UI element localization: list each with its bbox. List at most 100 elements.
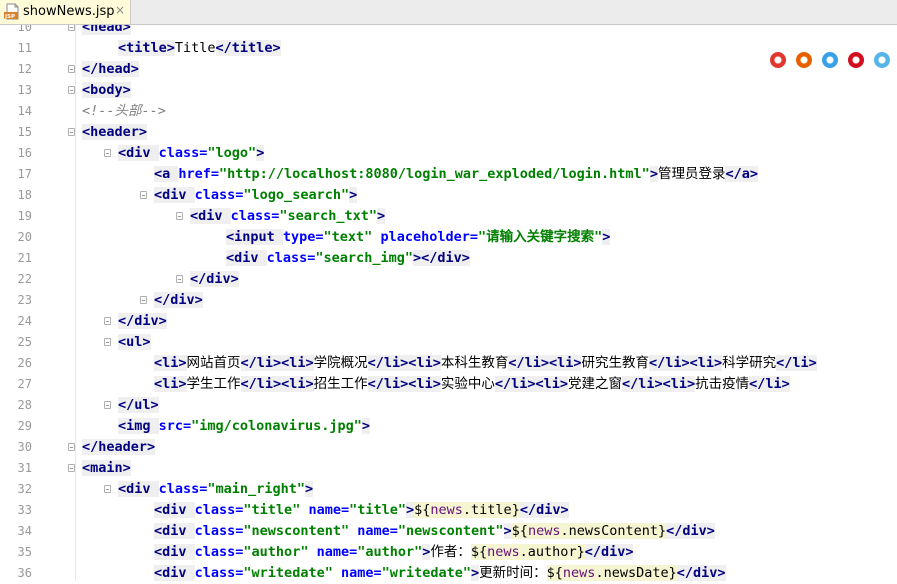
code-line[interactable]: 35 <div class="author" name="author">作者：$… (0, 542, 897, 563)
fold-marker-icon[interactable] (68, 128, 75, 136)
line-number: 29 (17, 419, 32, 433)
code-line[interactable]: 25 <ul> (0, 332, 897, 353)
code-token: class= (194, 502, 244, 518)
code-token: 管理员登录 (657, 166, 726, 182)
code-line[interactable]: 12 </head> (0, 59, 897, 80)
code-token: 网站首页 (186, 355, 241, 371)
close-icon[interactable]: × (115, 3, 125, 17)
code-text: <div class="logo"> (118, 145, 265, 162)
code-token: > (256, 145, 265, 161)
code-line[interactable]: 22 </div> (0, 269, 897, 290)
opera-icon[interactable] (848, 52, 864, 68)
code-line[interactable]: 14 <!--头部--> (0, 101, 897, 122)
code-token: > (649, 166, 658, 182)
fold-marker-icon[interactable] (104, 149, 111, 157)
code-line[interactable]: 24 </div> (0, 311, 897, 332)
code-token: 研究生教育 (581, 355, 649, 371)
code-token: </head> (82, 61, 139, 77)
code-line[interactable]: 32 <div class="main_right"> (0, 479, 897, 500)
code-line[interactable]: 26 <li>网站首页</li><li>学院概况</li><li>本科生教育</l… (0, 353, 897, 374)
code-token: "title" (243, 502, 309, 518)
chrome-icon[interactable] (770, 52, 786, 68)
line-number: 13 (17, 83, 32, 97)
firefox-icon[interactable] (796, 52, 812, 68)
code-token: <li> (154, 355, 187, 371)
tab-shownews-jsp[interactable]: JSP showNews.jsp × (0, 0, 131, 24)
code-token: .newsDate} (595, 565, 677, 581)
code-token: 作者： (430, 544, 471, 560)
code-token: "newscontent" (397, 523, 504, 539)
fold-marker-icon[interactable] (68, 86, 75, 94)
code-token: 更新时间： (479, 565, 547, 581)
line-number: 32 (17, 482, 32, 496)
code-line[interactable]: 28 </ul> (0, 395, 897, 416)
code-line[interactable]: 18 <div class="logo_search"> (0, 185, 897, 206)
line-number: 24 (17, 314, 32, 328)
code-line[interactable]: 11 <title>Title</title> (0, 38, 897, 59)
line-number: 27 (17, 377, 32, 391)
line-number: 16 (17, 146, 32, 160)
code-token: <header> (82, 124, 148, 140)
fold-marker-icon[interactable] (176, 212, 183, 220)
code-line[interactable]: 16 <div class="logo"> (0, 143, 897, 164)
code-token: > (349, 187, 358, 203)
fold-marker-icon[interactable] (104, 317, 111, 325)
code-line[interactable]: 34 <div class="newscontent" name="newscon… (0, 521, 897, 542)
code-line[interactable]: 21 <div class="search_img"></div> (0, 248, 897, 269)
code-line[interactable]: 20 <input type="text" placeholder="请输入关键字… (0, 227, 897, 248)
code-token: href= (178, 166, 220, 182)
code-token: 学生工作 (186, 376, 241, 392)
code-text: <li>学生工作</li><li>招生工作</li><li>实验中心</li><… (154, 376, 790, 393)
code-token: "logo_search" (243, 187, 350, 203)
code-token: </li><li> (621, 376, 696, 392)
editor-tab-bar: JSP showNews.jsp × (0, 0, 897, 25)
fold-marker-icon[interactable] (68, 464, 75, 472)
code-line[interactable]: 23 </div> (0, 290, 897, 311)
code-token: "main_right" (207, 481, 305, 497)
fold-marker-icon[interactable] (140, 191, 147, 199)
code-token: <main> (82, 460, 131, 476)
code-line[interactable]: 19 <div class="search_txt"> (0, 206, 897, 227)
code-token: </div> (666, 523, 715, 539)
code-token: "author" (357, 544, 423, 560)
code-line[interactable]: 33 <div class="title" name="title">${news… (0, 500, 897, 521)
line-number: 14 (17, 104, 32, 118)
code-line[interactable]: 30 </header> (0, 437, 897, 458)
code-token: > (503, 523, 512, 539)
code-line[interactable]: 31 <main> (0, 458, 897, 479)
code-token: .author} (519, 544, 585, 560)
code-token: news (527, 523, 561, 539)
code-token: 本科生教育 (440, 355, 509, 371)
code-text: <div class="search_img"></div> (226, 250, 470, 267)
ie-icon[interactable] (874, 52, 890, 68)
fold-marker-icon[interactable] (104, 485, 111, 493)
fold-marker-icon[interactable] (68, 443, 75, 451)
code-token: 招生工作 (313, 376, 368, 392)
code-editor[interactable]: 10 <head> 11 <title>Title</title> 12 </head> 1… (0, 17, 897, 584)
code-token: > (361, 418, 370, 434)
code-line[interactable]: 29 <img src="img/colonavirus.jpg"> (0, 416, 897, 437)
code-text: <div class="newscontent" name="newsconte… (154, 523, 715, 540)
code-token: </div> (676, 565, 726, 581)
code-token: ${ (546, 565, 563, 581)
code-line[interactable]: 15 <header> (0, 122, 897, 143)
fold-marker-icon[interactable] (104, 401, 111, 409)
fold-marker-icon[interactable] (104, 338, 111, 346)
code-line[interactable]: 17 <a href="http://localhost:8080/login_w… (0, 164, 897, 185)
code-token: src= (158, 418, 192, 434)
code-token: type= (282, 229, 324, 245)
line-number: 17 (17, 167, 32, 181)
code-token: </li><li> (367, 355, 441, 371)
fold-marker-icon[interactable] (176, 275, 183, 283)
code-token: class= (194, 187, 244, 203)
code-token: </li><li> (367, 376, 441, 392)
fold-marker-icon[interactable] (140, 296, 147, 304)
fold-marker-icon[interactable] (68, 65, 75, 73)
code-token: "writedate" (243, 565, 341, 581)
safari-icon[interactable] (822, 52, 838, 68)
line-number: 18 (17, 188, 32, 202)
code-line[interactable]: 27 <li>学生工作</li><li>招生工作</li><li>实验中心</li… (0, 374, 897, 395)
code-token: 抗击疫情 (695, 376, 750, 392)
code-token: "writedate" (381, 565, 472, 581)
code-line[interactable]: 13 <body> (0, 80, 897, 101)
